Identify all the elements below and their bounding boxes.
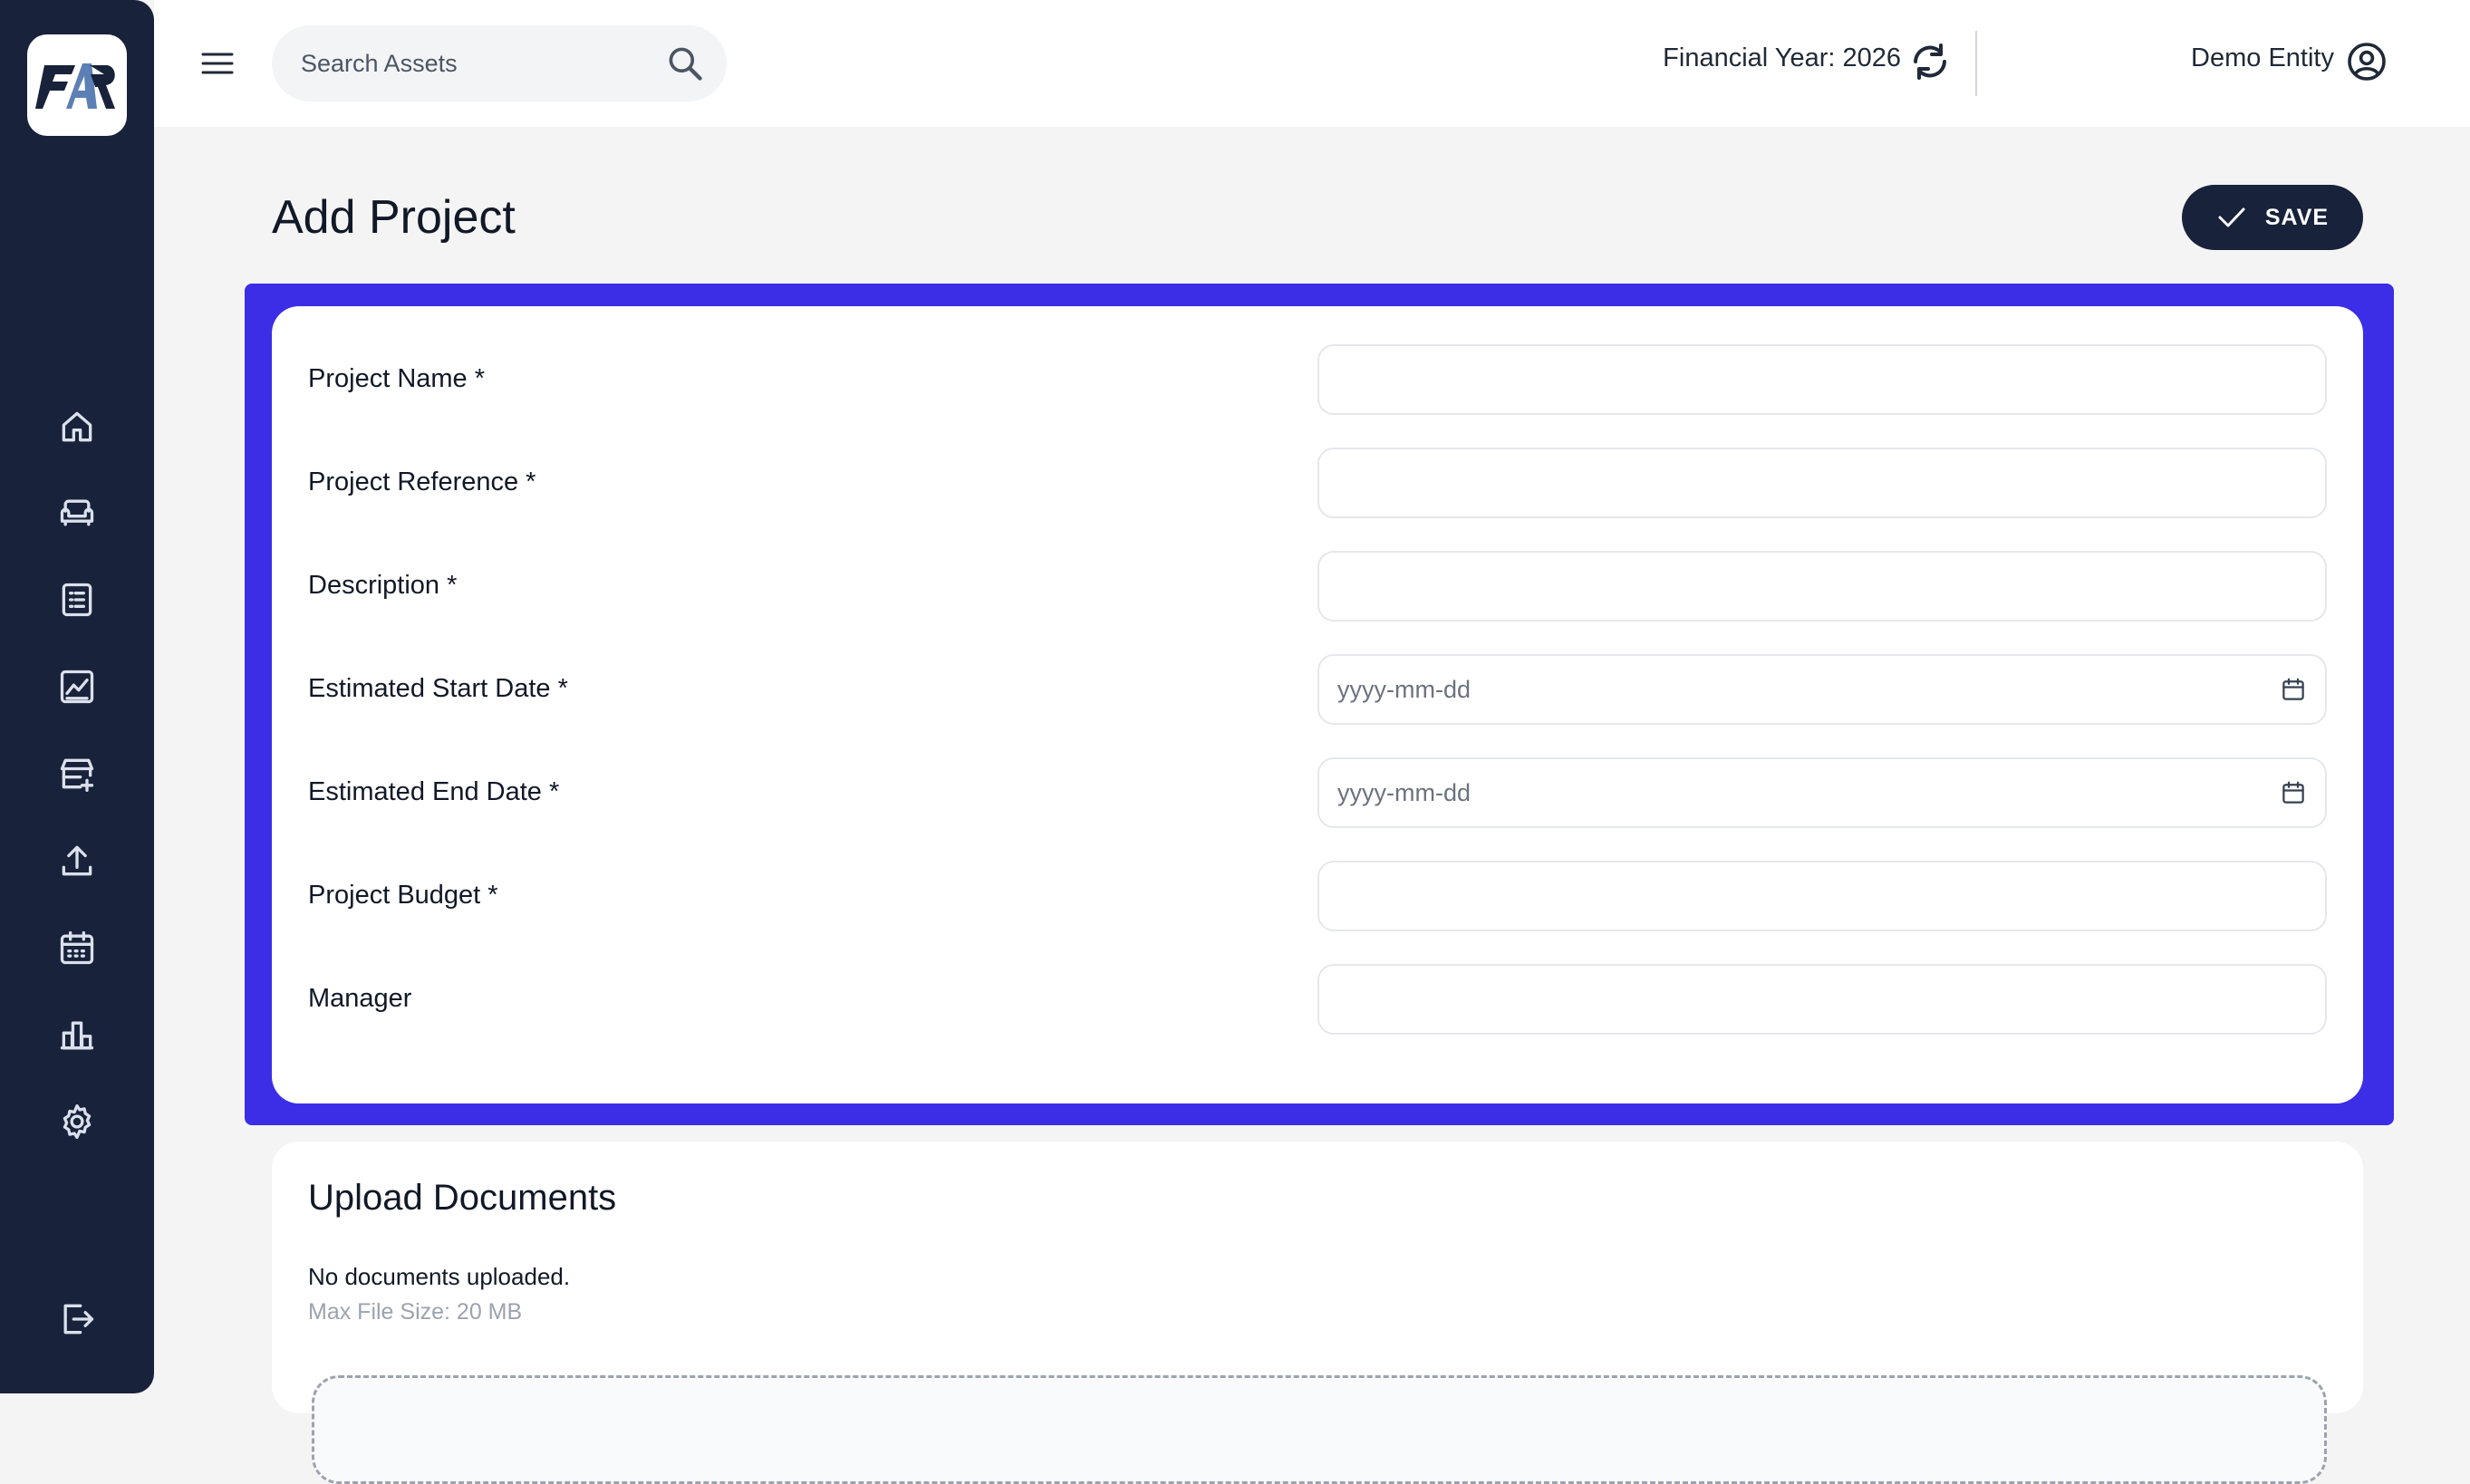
- project-name-label: Project Name *: [308, 364, 486, 393]
- description-input[interactable]: [1317, 551, 2327, 622]
- project-form: Project Name * Project Reference * Descr…: [272, 306, 2363, 1103]
- calendar-icon[interactable]: [52, 922, 102, 973]
- chart-line-icon[interactable]: [52, 661, 102, 712]
- bar-chart-icon[interactable]: [52, 1009, 102, 1060]
- project-reference-row: Project Reference *: [272, 448, 2363, 518]
- gear-icon[interactable]: [52, 1096, 102, 1147]
- refresh-icon[interactable]: [1908, 40, 1952, 83]
- manager-label: Manager: [308, 984, 412, 1013]
- description-label: Description *: [308, 571, 458, 600]
- manager-input[interactable]: [1317, 964, 2327, 1035]
- check-icon: [2218, 207, 2245, 227]
- calendar-picker-icon[interactable]: [2280, 779, 2307, 806]
- save-button[interactable]: SAVE: [2182, 185, 2363, 250]
- search-bar: [272, 25, 727, 101]
- entity-name[interactable]: Demo Entity: [2191, 43, 2334, 73]
- page-title: Add Project: [272, 191, 516, 244]
- upload-max-size: Max File Size: 20 MB: [308, 1299, 523, 1325]
- app-logo[interactable]: [27, 34, 127, 136]
- start-date-row: Estimated Start Date *: [272, 654, 2363, 725]
- file-dropzone[interactable]: [312, 1375, 2327, 1484]
- sofa-icon[interactable]: [52, 487, 102, 538]
- user-account-icon[interactable]: [2345, 40, 2388, 83]
- search-input[interactable]: [272, 25, 652, 101]
- save-button-label: SAVE: [2264, 204, 2330, 230]
- store-add-icon[interactable]: [52, 748, 102, 799]
- upload-icon[interactable]: [52, 835, 102, 886]
- upload-title: Upload Documents: [308, 1178, 617, 1218]
- manager-row: Manager: [272, 964, 2363, 1035]
- budget-row: Project Budget *: [272, 861, 2363, 931]
- description-row: Description *: [272, 551, 2363, 622]
- top-bar: Financial Year: 2026 Demo Entity: [154, 0, 2470, 127]
- header-divider: [1975, 31, 1977, 96]
- project-reference-input[interactable]: [1317, 448, 2327, 518]
- calendar-picker-icon[interactable]: [2280, 676, 2307, 703]
- project-name-row: Project Name *: [272, 344, 2363, 415]
- list-icon[interactable]: [52, 574, 102, 625]
- upload-status: No documents uploaded.: [308, 1263, 571, 1290]
- logout-icon[interactable]: [52, 1294, 102, 1344]
- home-icon[interactable]: [52, 401, 102, 452]
- financial-year-label: Financial Year:: [1663, 43, 1836, 72]
- project-name-input[interactable]: [1317, 344, 2327, 415]
- financial-year-value: 2026: [1842, 43, 1901, 72]
- hamburger-menu-icon[interactable]: [192, 40, 243, 87]
- upload-documents-card: Upload Documents No documents uploaded. …: [272, 1142, 2363, 1484]
- project-reference-label: Project Reference *: [308, 467, 536, 496]
- budget-input[interactable]: [1317, 861, 2327, 931]
- end-date-label: Estimated End Date *: [308, 777, 560, 806]
- start-date-input[interactable]: [1317, 654, 2327, 725]
- end-date-input[interactable]: [1317, 757, 2327, 828]
- financial-year: Financial Year: 2026: [1663, 43, 1901, 73]
- sidebar: [0, 0, 154, 1393]
- end-date-row: Estimated End Date *: [272, 757, 2363, 828]
- search-icon[interactable]: [665, 43, 705, 83]
- logo-mark: [35, 63, 115, 109]
- start-date-label: Estimated Start Date *: [308, 674, 568, 703]
- budget-label: Project Budget *: [308, 881, 498, 910]
